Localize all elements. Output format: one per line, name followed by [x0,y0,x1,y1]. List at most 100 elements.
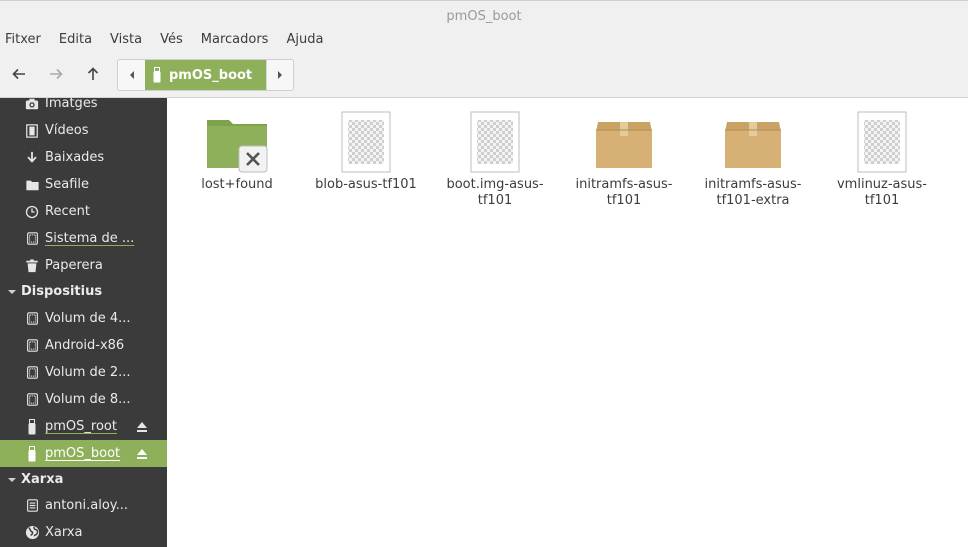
path-scroll-left-button[interactable] [118,60,145,90]
sidebar-item-label: Recent [45,204,90,219]
sidebar-item-label: Vídeos [45,123,89,138]
menu-item[interactable]: Vés [160,30,183,52]
sidebar-item-label: Sistema de ... [45,231,135,246]
toolbar: pmOS_boot [0,52,968,98]
file-view: lost+found blob-asus-tf101 boot.img-asus… [168,98,968,547]
trash-icon [24,258,40,274]
sidebar-item-label: Volum de 4... [45,311,131,326]
chevron-down-icon [7,474,17,484]
file-thumbnail [721,110,785,174]
file-item[interactable]: initramfs-asus-tf101-extra [698,110,808,209]
caret-right-icon [278,71,282,79]
eject-icon[interactable] [135,420,149,434]
file-name: boot.img-asus-tf101 [446,177,544,208]
menu-item[interactable]: Ajuda [286,30,323,52]
arrow-right-icon [50,68,63,80]
file-item[interactable]: boot.img-asus-tf101 [440,110,550,209]
sidebar-item-label: Seafile [45,177,90,192]
film-icon [24,123,40,139]
menu-item[interactable]: Fitxer [5,30,41,52]
path-bar: pmOS_boot [117,59,294,91]
back-button[interactable] [6,61,32,87]
path-crumb-label: pmOS_boot [169,67,253,83]
file-item[interactable]: initramfs-asus-tf101 [569,110,679,209]
menu-item[interactable]: Edita [59,30,92,52]
clock-icon [24,204,40,220]
file-name: vmlinuz-asus-tf101 [836,177,928,208]
eject-icon[interactable] [135,447,149,461]
drive-icon [24,231,40,247]
sidebar-item[interactable]: pmOS_boot [0,440,167,467]
file-thumbnail [850,110,914,174]
usb-drive-icon [24,445,40,462]
sidebar-item-label: antoni.aloy... [45,498,129,513]
file-thumbnail [592,110,656,174]
file-name: initramfs-asus-tf101-extra [704,177,802,208]
sidebar-section-header[interactable]: Dispositius [0,279,167,303]
sidebar-section-header[interactable]: Xarxa [0,467,167,491]
server-icon [24,498,40,514]
file-item[interactable]: blob-asus-tf101 [311,110,421,193]
title-bar: pmOS_boot [0,0,968,30]
sidebar-item-label: pmOS_boot [45,446,121,461]
drive-icon [24,338,40,354]
usb-drive-icon [24,418,40,435]
drive-icon [24,365,40,381]
sidebar-item-label: Baixades [45,150,105,165]
sidebar-item[interactable]: Android-x86 [0,332,167,359]
sidebar-item-label: pmOS_root [45,419,117,434]
file-thumbnail [463,110,527,174]
sidebar-item-label: Android-x86 [45,338,125,353]
sidebar-item[interactable]: Paperera [0,252,167,279]
usb-drive-icon [153,67,161,83]
arrow-up-icon [87,67,99,80]
generic-file-icon [341,111,391,173]
camera-icon [24,98,40,112]
caret-left-icon [129,71,134,79]
path-crumb-current[interactable]: pmOS_boot [145,60,266,90]
menu-item[interactable]: Marcadors [201,30,269,52]
sidebar-item[interactable]: Volum de 4... [0,305,167,332]
sidebar-item[interactable]: Xarxa [0,519,167,546]
up-button[interactable] [80,61,106,87]
file-item[interactable]: lost+found [182,110,292,193]
chevron-down-icon [7,286,17,296]
sidebar-item[interactable]: Baixades [0,144,167,171]
sidebar-item[interactable]: antoni.aloy... [0,492,167,519]
arrow-left-icon [12,68,25,80]
sidebar-section-label: Xarxa [21,471,64,487]
file-thumbnail [334,110,398,174]
sidebar-item-label: Volum de 2... [45,365,131,380]
sidebar-item[interactable]: Volum de 2... [0,359,167,386]
sidebar-item[interactable]: Seafile [0,171,167,198]
sidebar-section-label: Dispositius [21,283,103,299]
sidebar-item-label: Paperera [45,258,103,273]
folder-locked-icon [207,120,268,173]
sidebar-item[interactable]: Vídeos [0,117,167,144]
download-icon [24,150,40,166]
forward-button[interactable] [43,61,69,87]
file-item[interactable]: vmlinuz-asus-tf101 [827,110,937,209]
globe-icon [24,525,40,541]
sidebar-item[interactable]: pmOS_root [0,413,167,440]
sidebar-item[interactable]: Imatges [0,98,167,117]
sidebar-item[interactable]: Sistema de ... [0,225,167,252]
menu-bar: Fitxer Edita Vista Vés Marcadors Ajuda [0,30,968,52]
drive-icon [24,392,40,408]
sidebar-item[interactable]: Recent [0,198,167,225]
file-name: lost+found [201,177,273,192]
path-scroll-right-button[interactable] [266,60,293,90]
package-icon [725,122,781,168]
background-window-edge [70,0,310,4]
generic-file-icon [470,111,520,173]
sidebar-item-label: Volum de 8... [45,392,131,407]
generic-file-icon [857,111,907,173]
sidebar-item-label: Imatges [45,98,98,111]
folder-icon [24,177,40,193]
file-name: initramfs-asus-tf101 [575,177,673,208]
sidebar: Imatges Vídeos Baixades Seafile Recent Sistem… [0,98,167,547]
drive-icon [24,311,40,327]
file-thumbnail [205,110,269,174]
sidebar-item[interactable]: Volum de 8... [0,386,167,413]
menu-item[interactable]: Vista [110,30,142,52]
